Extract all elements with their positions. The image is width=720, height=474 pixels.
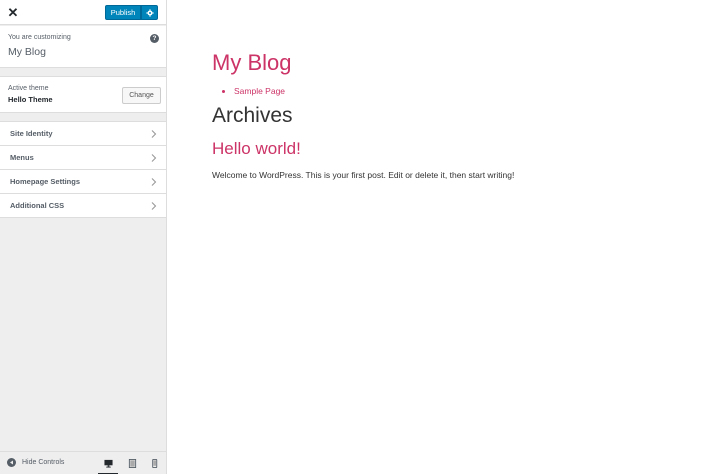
hide-controls-label: Hide Controls — [22, 459, 65, 466]
customizing-site-name: My Blog — [8, 46, 46, 58]
site-navigation: Sample Page — [234, 86, 285, 96]
desktop-preview-button[interactable] — [98, 457, 118, 474]
customizing-label: You are customizing — [8, 34, 71, 41]
panel-item-label: Menus — [10, 153, 34, 162]
customizer-header: ✕ Publish — [0, 0, 166, 25]
post-excerpt: Welcome to WordPress. This is your first… — [212, 170, 515, 180]
active-theme-section: Active theme Hello Theme Change — [0, 76, 166, 113]
panel-item-menus[interactable]: Menus — [0, 146, 166, 170]
panel-item-label: Additional CSS — [10, 201, 65, 210]
active-theme-name: Hello Theme — [8, 95, 53, 104]
change-theme-button[interactable]: Change — [122, 87, 161, 104]
customizer-sidebar: ✕ Publish You are customizing My Blog ? … — [0, 0, 167, 474]
site-preview: My Blog Sample Page Archives Hello world… — [167, 0, 720, 474]
chevron-right-icon — [151, 130, 157, 138]
site-title[interactable]: My Blog — [212, 50, 291, 76]
publish-settings-button[interactable] — [141, 5, 158, 20]
panel-item-label: Site Identity — [10, 129, 53, 138]
customizer-panel-list: Site Identity Menus Homepage Settings Ad… — [0, 121, 166, 218]
chevron-right-icon — [151, 178, 157, 186]
publish-group: Publish — [105, 5, 158, 20]
archive-heading: Archives — [212, 104, 293, 127]
mobile-icon — [151, 458, 157, 468]
panel-item-site-identity[interactable]: Site Identity — [0, 122, 166, 146]
panel-item-label: Homepage Settings — [10, 177, 81, 186]
hide-controls-button[interactable]: Hide Controls — [7, 458, 64, 467]
chevron-right-icon — [151, 154, 157, 162]
close-icon[interactable]: ✕ — [0, 0, 26, 25]
customizing-info: You are customizing My Blog ? — [0, 26, 166, 68]
collapse-icon — [7, 458, 16, 467]
tablet-preview-button[interactable] — [126, 457, 138, 469]
desktop-icon — [103, 459, 113, 468]
customizer-footer: Hide Controls — [0, 451, 166, 474]
post-title-link[interactable]: Hello world! — [212, 139, 301, 159]
panel-item-additional-css[interactable]: Additional CSS — [0, 194, 166, 218]
active-theme-label: Active theme — [8, 85, 49, 92]
mobile-preview-button[interactable] — [148, 457, 160, 469]
panel-item-homepage-settings[interactable]: Homepage Settings — [0, 170, 166, 194]
help-icon[interactable]: ? — [150, 34, 159, 43]
publish-button[interactable]: Publish — [105, 5, 141, 20]
nav-link-sample-page[interactable]: Sample Page — [234, 86, 285, 96]
chevron-right-icon — [151, 202, 157, 210]
gear-icon — [145, 8, 154, 17]
tablet-icon — [128, 458, 136, 468]
